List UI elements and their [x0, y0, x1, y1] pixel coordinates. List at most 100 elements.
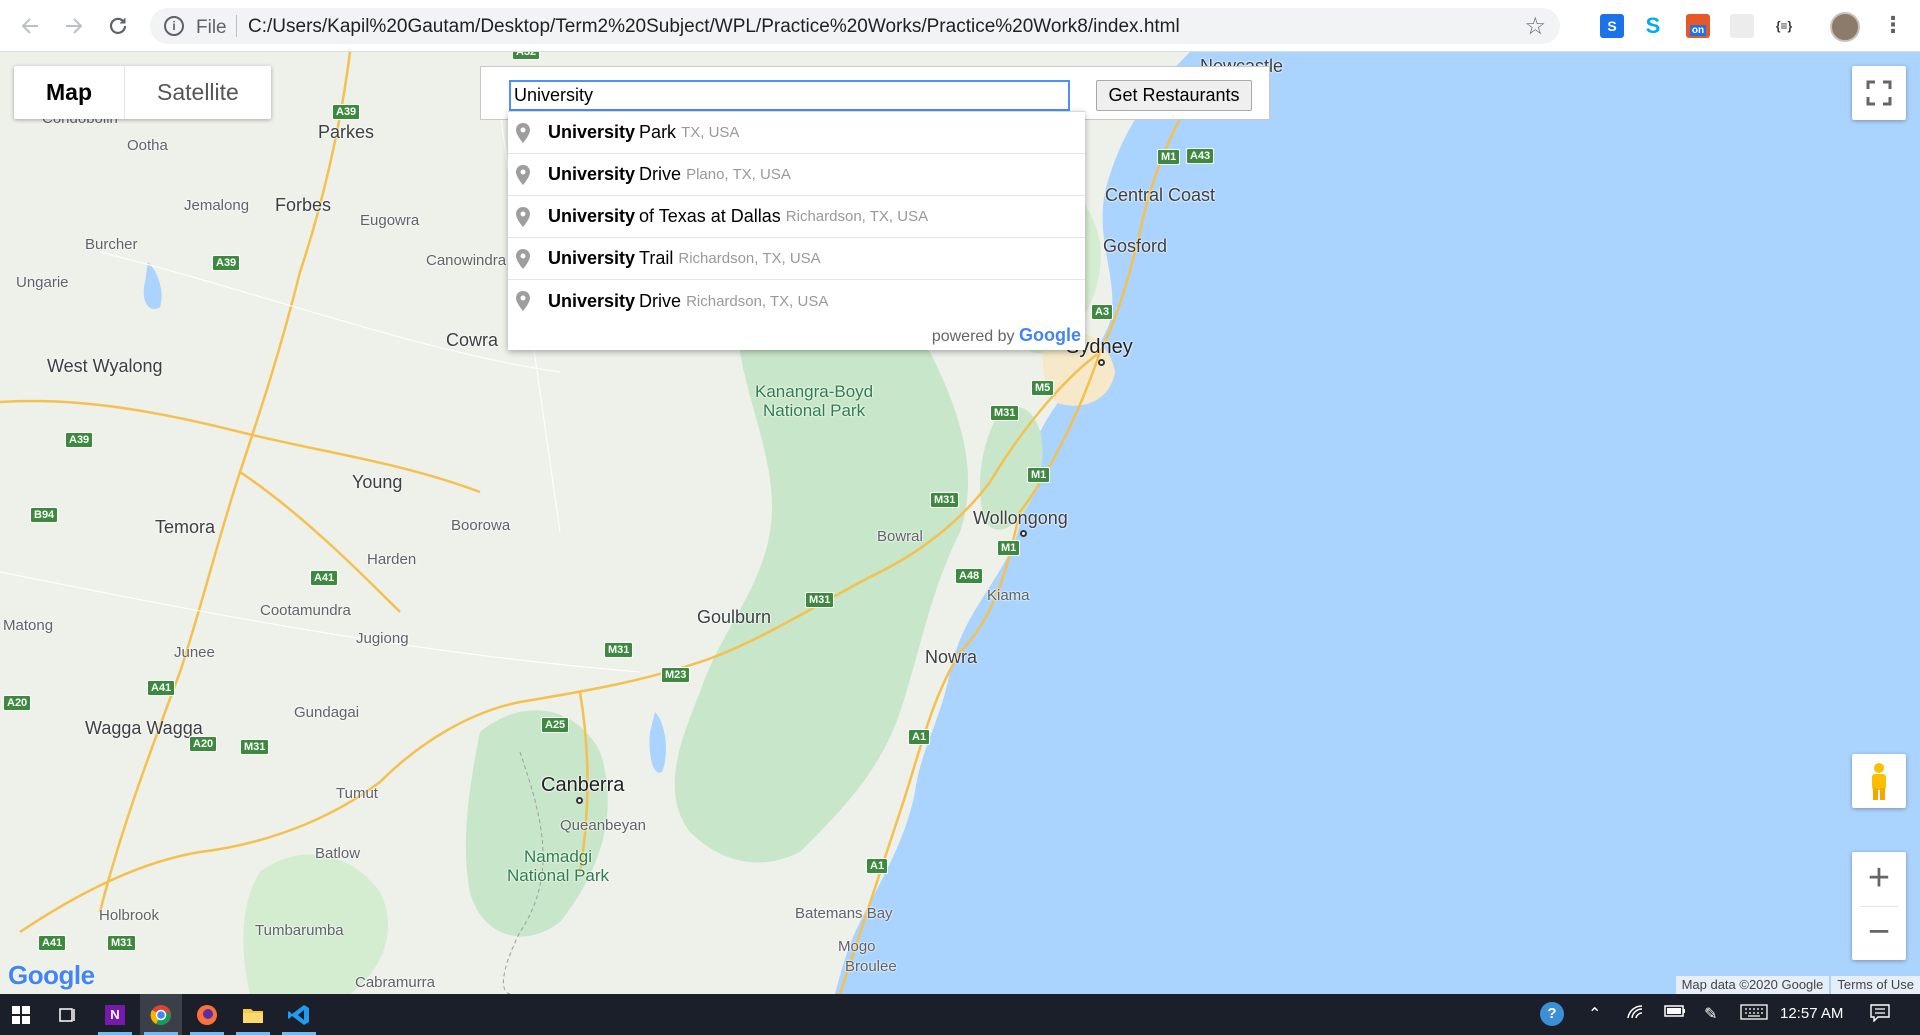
windows-taskbar: N ? ⌃ ✎ 12:57 AM [0, 994, 1920, 1035]
suggestion-match: University [548, 290, 636, 311]
touch-keyboard-icon[interactable] [1740, 1004, 1768, 1025]
zoom-in-button[interactable]: + [1852, 852, 1906, 906]
suggestion-rest: Drive [639, 164, 682, 184]
s-cyan-icon[interactable]: S [1641, 14, 1665, 38]
zoom-out-button[interactable]: − [1852, 906, 1906, 960]
place-label: Burcher [85, 236, 138, 253]
city-dot [1020, 530, 1027, 537]
road-shield: A1 [866, 858, 889, 874]
taskbar-clock[interactable]: 12:57 AM [1780, 1005, 1843, 1022]
map-type-control: Map Satellite [14, 66, 271, 119]
place-label: Boorowa [451, 517, 511, 534]
suggestion-secondary: Richardson, TX, USA [686, 292, 829, 310]
chrome-taskbar-icon[interactable] [140, 994, 182, 1035]
vscode-taskbar-icon[interactable] [278, 994, 320, 1035]
grey-extension-icon[interactable] [1730, 14, 1754, 38]
map-type-map-button[interactable]: Map [14, 66, 124, 119]
battery-level-icon [1664, 1005, 1685, 1017]
get-restaurants-button[interactable]: Get Restaurants [1096, 80, 1252, 111]
road-shield: A48 [955, 568, 984, 584]
start-button[interactable] [0, 994, 42, 1035]
place-label: Young [352, 472, 403, 492]
park-name-line: Kanangra-Boyd [755, 382, 874, 401]
suggestion-secondary: TX, USA [681, 124, 740, 141]
profile-avatar[interactable] [1830, 12, 1860, 42]
place-label: Parkes [318, 122, 375, 142]
park-name-line: National Park [507, 866, 610, 885]
suggestion-match: University [548, 206, 636, 226]
battery-icon[interactable] [1664, 1004, 1686, 1023]
arrow-right-icon [66, 18, 83, 34]
place-label: Batlow [315, 845, 361, 862]
map-type-satellite-button[interactable]: Satellite [124, 66, 271, 119]
place-label: Central Coast [1105, 185, 1216, 205]
address-bar[interactable]: i File C:/Users/Kapil%20Gautam/Desktop/T… [150, 8, 1560, 44]
menu-kebab-icon[interactable]: ⋮ [1882, 12, 1904, 38]
folder-icon [243, 1008, 263, 1023]
firefox-taskbar-icon[interactable] [186, 994, 228, 1035]
on-extension-icon[interactable]: on [1686, 14, 1710, 38]
place-label: Kiama [987, 587, 1030, 604]
map-canvas[interactable]: Newcastle Central Coast Gosford Sydney W… [0, 52, 1920, 994]
map-pin-icon [516, 122, 530, 143]
help-tray-icon[interactable]: ? [1540, 1002, 1564, 1026]
file-explorer-taskbar-icon[interactable] [232, 994, 274, 1035]
place-label: Wollongong [973, 508, 1068, 528]
forward-button[interactable] [58, 10, 90, 42]
back-button[interactable] [14, 10, 46, 42]
road-shield: M31 [107, 935, 137, 951]
street-view-pegman[interactable] [1852, 754, 1906, 808]
keyboard-icon [1740, 1004, 1768, 1020]
place-label: Harden [367, 551, 417, 568]
pegman-icon [1872, 763, 1886, 800]
suggestion-item[interactable]: University Park TX, USA [508, 112, 1085, 154]
arrow-left-icon [21, 18, 38, 34]
task-view-button[interactable] [46, 994, 88, 1035]
road-shield: M1 [1027, 467, 1051, 483]
notifications-icon[interactable] [1870, 1004, 1890, 1027]
url-text[interactable]: C:/Users/Kapil%20Gautam/Desktop/Term2%20… [248, 16, 1180, 38]
help-question-icon: ? [1540, 1002, 1564, 1026]
reload-icon [109, 17, 127, 34]
road-shield: A39 [212, 255, 241, 271]
place-label: Batemans Bay [795, 905, 893, 922]
suggestion-item[interactable]: University Drive Plano, TX, USA [508, 154, 1085, 196]
road-shield: A41 [147, 680, 176, 696]
place-label: Mogo [838, 938, 876, 955]
wifi-icon[interactable] [1626, 1004, 1646, 1025]
road-shield: A20 [189, 736, 218, 752]
powered-by-google: powered by Google [508, 322, 1085, 350]
pen-workspace-icon[interactable]: ✎ [1704, 1004, 1717, 1024]
json-extension-icon[interactable]: {≡} [1772, 14, 1796, 38]
place-label: Cabramurra [355, 974, 436, 991]
place-label: Gosford [1103, 236, 1168, 256]
place-label: Goulburn [697, 607, 772, 627]
suggestion-item[interactable]: University Trail Richardson, TX, USA [508, 238, 1085, 280]
fullscreen-button[interactable] [1852, 66, 1906, 120]
onenote-taskbar-icon[interactable]: N [94, 994, 136, 1035]
terms-of-use-link[interactable]: Terms of Use [1831, 976, 1920, 994]
info-icon[interactable]: i [164, 16, 184, 36]
search-input[interactable] [509, 80, 1070, 111]
suggestion-secondary: Richardson, TX, USA [785, 208, 929, 225]
city-dot [576, 797, 583, 804]
bookmark-star-icon[interactable]: ☆ [1524, 12, 1546, 41]
extension-label: {≡} [1775, 19, 1793, 33]
place-label: Eugowra [360, 212, 420, 229]
suggestion-secondary: Richardson, TX, USA [678, 250, 821, 267]
firefox-icon [197, 1004, 217, 1025]
divider [1860, 906, 1898, 907]
s-blue-icon[interactable]: S [1600, 14, 1624, 38]
road-shield: M1 [1157, 149, 1181, 165]
place-label: Canowindra [426, 252, 507, 269]
reload-button[interactable] [102, 10, 134, 42]
suggestion-item[interactable]: University Drive Richardson, TX, USA [508, 280, 1085, 322]
windows-logo-icon [12, 1005, 30, 1024]
road-shield: M31 [990, 405, 1020, 421]
suggestion-item[interactable]: University of Texas at Dallas Richardson… [508, 196, 1085, 238]
place-label: Gundagai [294, 704, 360, 721]
city-dot [1098, 359, 1105, 366]
road-shield: B94 [30, 507, 59, 523]
extension-label: S [1607, 18, 1617, 34]
show-hidden-icons-chevron-up-icon[interactable]: ⌃ [1588, 1004, 1601, 1024]
